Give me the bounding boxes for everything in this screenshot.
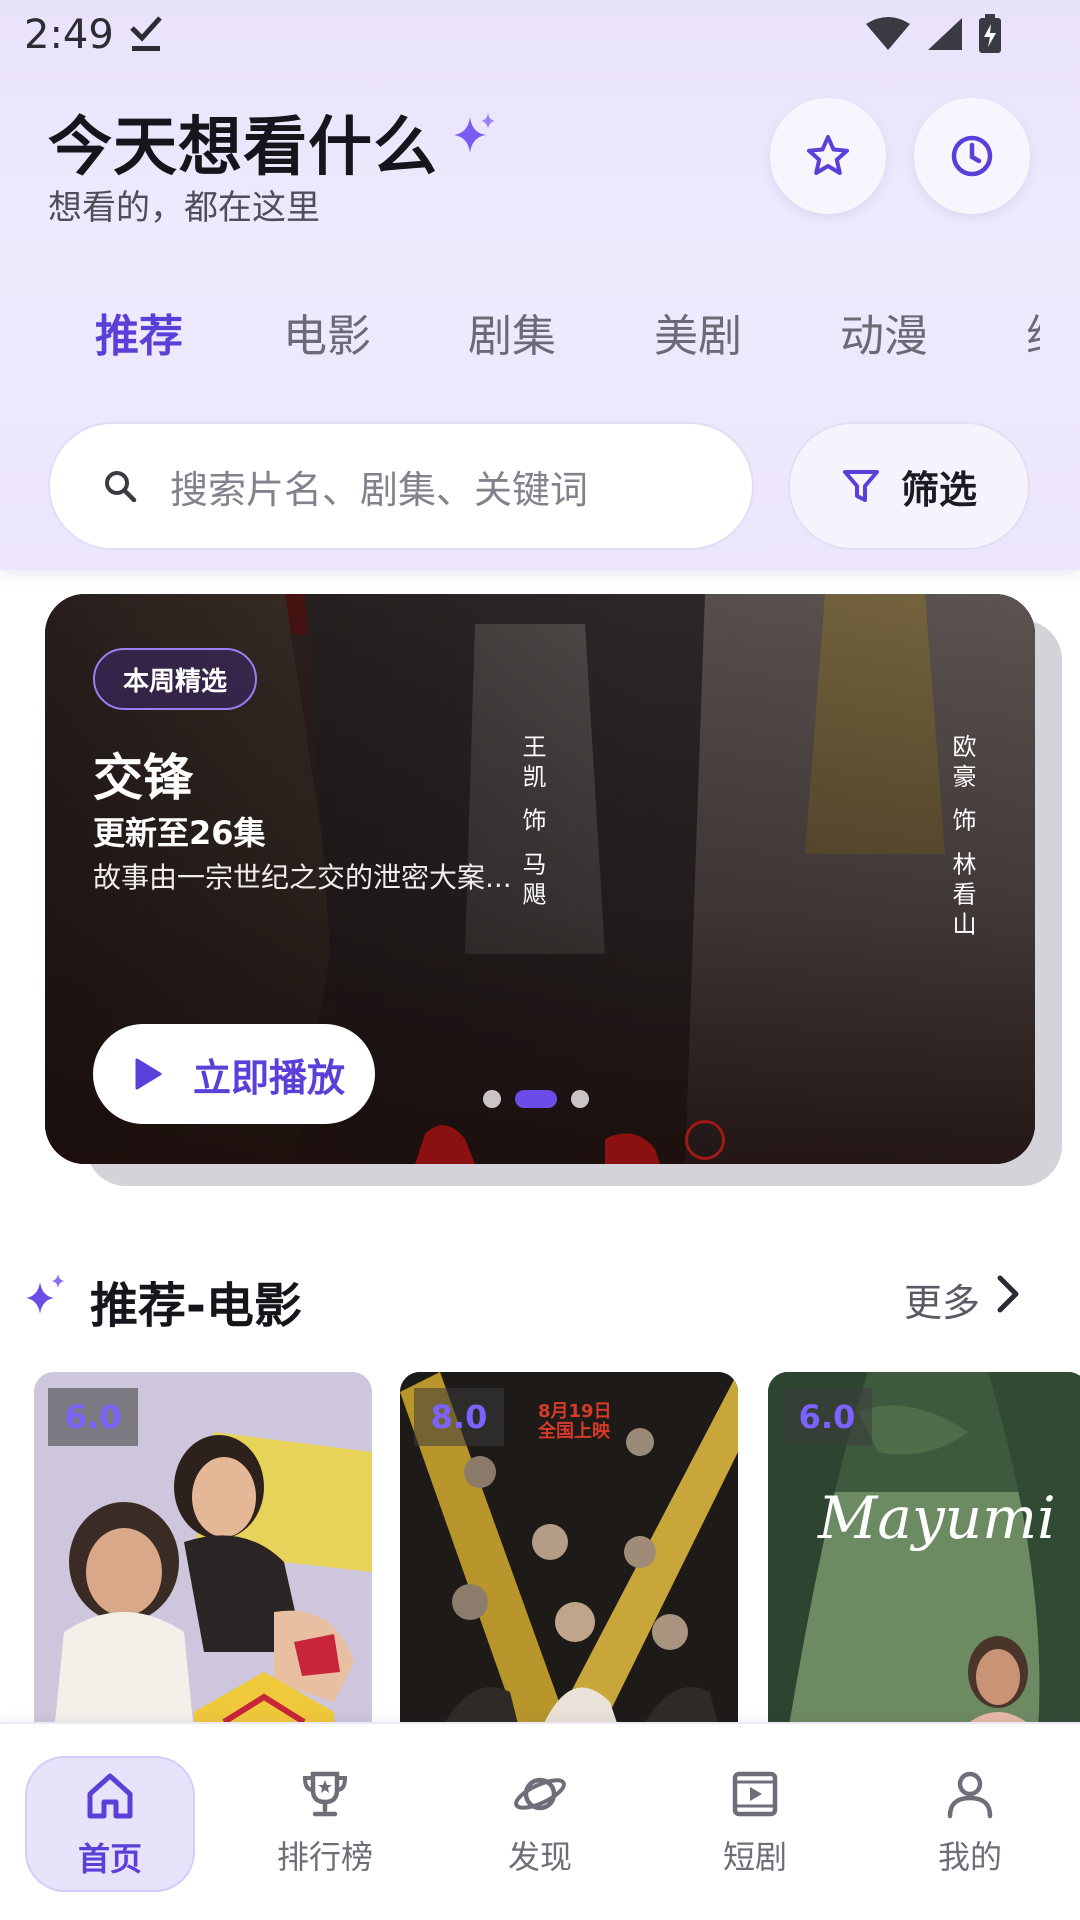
banner-episode: 更新至26集: [93, 814, 266, 852]
nav-short-drama[interactable]: 短剧: [670, 1756, 840, 1892]
page-title-group: 今天想看什么: [48, 96, 498, 188]
nav-profile[interactable]: 我的: [885, 1756, 1055, 1892]
rating-badge: 8.0: [414, 1388, 504, 1446]
play-now-button[interactable]: 立即播放: [93, 1024, 375, 1124]
tab-series[interactable]: 剧集: [468, 300, 556, 364]
user-icon: [947, 1771, 993, 1819]
rating-badge: 6.0: [48, 1388, 138, 1446]
history-button[interactable]: [914, 98, 1030, 214]
star-icon: [807, 135, 849, 175]
home-icon: [87, 1773, 133, 1819]
tab-overflow-hint[interactable]: 综: [1026, 300, 1040, 364]
play-icon: [135, 1058, 162, 1090]
section-title: 推荐-电影: [90, 1278, 302, 1334]
search-input[interactable]: 搜索片名、剧集、关键词: [48, 422, 754, 550]
movie-card[interactable]: 8月19日 全国上映 8.0: [400, 1372, 738, 1732]
poster-title-script: Mayumi: [818, 1484, 1056, 1552]
status-bar: 2:49: [0, 0, 1080, 72]
filter-label: 筛选: [900, 467, 977, 512]
more-link[interactable]: 更多: [904, 1272, 980, 1327]
nav-home[interactable]: 首页: [25, 1756, 195, 1892]
chevron-right-icon[interactable]: [990, 1274, 1024, 1314]
movie-card[interactable]: 6.0: [34, 1372, 372, 1732]
nav-label: 短剧: [722, 1838, 787, 1876]
filter-icon: [842, 470, 879, 502]
movie-card[interactable]: Mayumi 6.0: [768, 1372, 1080, 1732]
carousel-dot[interactable]: [483, 1090, 501, 1108]
carousel-dots: [483, 1090, 589, 1108]
tab-anime[interactable]: 动漫: [840, 300, 928, 364]
wifi-icon: [866, 17, 910, 50]
nav-label: 排行榜: [276, 1838, 373, 1876]
sparkle-icon: [26, 1274, 64, 1314]
category-tabs: 推荐 电影 剧集 美剧 动漫 综: [0, 300, 1080, 380]
poster-date-text: 8月19日 全国上映: [538, 1402, 612, 1442]
nav-ranking[interactable]: 排行榜: [240, 1756, 410, 1892]
search-icon: [105, 471, 137, 503]
sparkle-icon: [454, 113, 495, 153]
carousel-dot-active[interactable]: [515, 1090, 557, 1108]
featured-badge: 本周精选: [93, 648, 258, 710]
poster-date-line: 全国上映: [538, 1421, 610, 1442]
poster-date-line: 8月19日: [538, 1401, 612, 1422]
search-placeholder: 搜索片名、剧集、关键词: [170, 467, 589, 512]
tab-movies[interactable]: 电影: [283, 300, 371, 364]
page-title: 今天想看什么: [48, 111, 438, 185]
page-subtitle: 想看的，都在这里: [48, 188, 320, 228]
seal-stamp: [685, 1120, 725, 1160]
banner-description: 故事由一宗世纪之交的泄密大案...: [93, 861, 512, 894]
actor-tag: 王凯 饰 马飓: [518, 734, 546, 912]
carousel-dot[interactable]: [571, 1090, 589, 1108]
trophy-icon: [302, 1771, 348, 1817]
nav-label: 发现: [507, 1838, 572, 1876]
play-label: 立即播放: [193, 1055, 346, 1100]
status-time: 2:49: [24, 12, 114, 58]
video-icon: [732, 1771, 778, 1817]
signal-icon: [928, 18, 962, 50]
clock-icon: [951, 135, 993, 177]
favorites-button[interactable]: [770, 98, 886, 214]
actor-tag: 欧豪 饰 林看山: [948, 734, 976, 942]
status-icons: [866, 14, 1002, 54]
banner-title: 交锋: [93, 749, 193, 807]
section-header: 推荐-电影 更多: [0, 1260, 1080, 1334]
planet-icon: [514, 1777, 566, 1811]
download-done-icon: [130, 16, 162, 51]
featured-banner[interactable]: 王凯 饰 马飓 欧豪 饰 林看山 本周精选 交锋 更新至26集 故事由一宗世纪之…: [45, 594, 1035, 1164]
rating-badge: 6.0: [782, 1388, 872, 1446]
battery-icon: [979, 14, 1001, 53]
nav-label: 我的: [937, 1838, 1002, 1876]
nav-label: 首页: [77, 1840, 142, 1878]
bottom-navigation: 首页 排行榜 发现 短剧 我的: [0, 1722, 1080, 1920]
tab-us-series[interactable]: 美剧: [654, 300, 742, 364]
tab-recommend[interactable]: 推荐: [95, 300, 183, 364]
filter-button[interactable]: 筛选: [788, 422, 1030, 550]
nav-discover[interactable]: 发现: [455, 1756, 625, 1892]
